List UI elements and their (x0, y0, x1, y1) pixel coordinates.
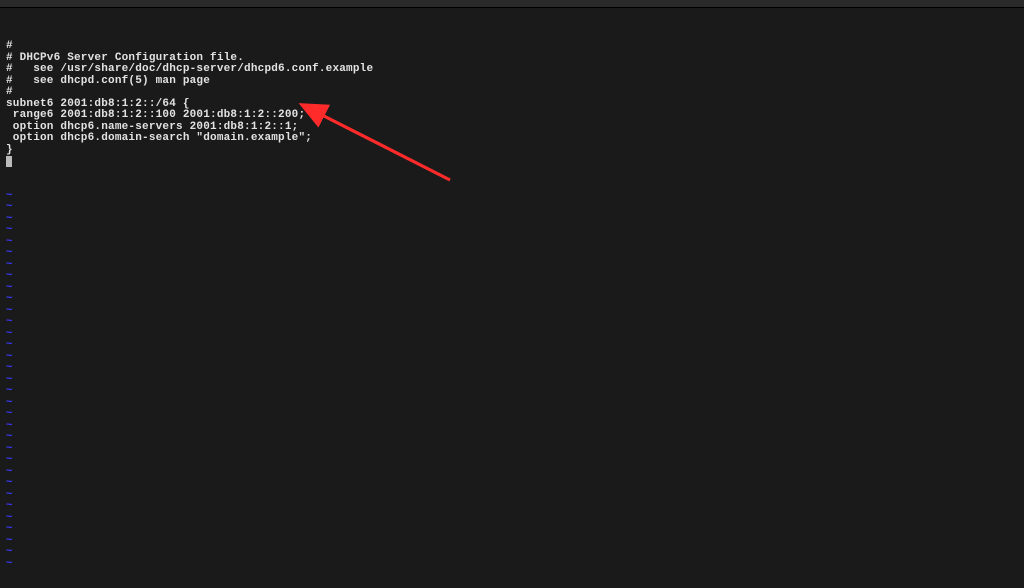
empty-line-marker: ~ (6, 409, 1018, 421)
empty-line-marker: ~ (6, 260, 1018, 272)
empty-line-marker: ~ (6, 225, 1018, 237)
empty-line-marker: ~ (6, 501, 1018, 513)
code-line: } (6, 145, 1018, 157)
empty-line-marker: ~ (6, 271, 1018, 283)
empty-line-marker: ~ (6, 191, 1018, 203)
code-line: range6 2001:db8:1:2::100 2001:db8:1:2::2… (6, 110, 1018, 122)
empty-line-marker: ~ (6, 363, 1018, 375)
code-line: # (6, 41, 1018, 53)
empty-line-marker: ~ (6, 559, 1018, 571)
empty-line-marker: ~ (6, 513, 1018, 525)
text-cursor (6, 156, 12, 167)
empty-line-marker: ~ (6, 214, 1018, 226)
empty-line-marker: ~ (6, 490, 1018, 502)
empty-line-marker: ~ (6, 421, 1018, 433)
empty-line-marker: ~ (6, 202, 1018, 214)
empty-line-marker: ~ (6, 432, 1018, 444)
code-line: # (6, 87, 1018, 99)
empty-line-marker: ~ (6, 237, 1018, 249)
code-line: option dhcp6.domain-search "domain.examp… (6, 133, 1018, 145)
empty-line-marker: ~ (6, 524, 1018, 536)
file-content: ## DHCPv6 Server Configuration file.# se… (6, 41, 1018, 168)
empty-line-marker: ~ (6, 536, 1018, 548)
empty-line-marker: ~ (6, 375, 1018, 387)
empty-line-marker: ~ (6, 352, 1018, 364)
code-line: # see dhcpd.conf(5) man page (6, 76, 1018, 88)
cursor-line (6, 156, 1018, 168)
window-titlebar (0, 0, 1024, 8)
empty-line-marker: ~ (6, 455, 1018, 467)
empty-line-marker: ~ (6, 467, 1018, 479)
empty-line-marker: ~ (6, 329, 1018, 341)
empty-line-marker: ~ (6, 386, 1018, 398)
empty-line-marker: ~ (6, 340, 1018, 352)
empty-line-marker: ~ (6, 294, 1018, 306)
empty-line-marker: ~ (6, 398, 1018, 410)
empty-line-marker: ~ (6, 248, 1018, 260)
editor-area[interactable]: ## DHCPv6 Server Configuration file.# se… (0, 8, 1024, 588)
empty-line-marker: ~ (6, 306, 1018, 318)
empty-line-marker: ~ (6, 283, 1018, 295)
empty-line-tildes: ~~~~~~~~~~~~~~~~~~~~~~~~~~~~~~~~~ (6, 191, 1018, 571)
empty-line-marker: ~ (6, 444, 1018, 456)
empty-line-marker: ~ (6, 478, 1018, 490)
empty-line-marker: ~ (6, 317, 1018, 329)
code-line: # see /usr/share/doc/dhcp-server/dhcpd6.… (6, 64, 1018, 76)
empty-line-marker: ~ (6, 547, 1018, 559)
